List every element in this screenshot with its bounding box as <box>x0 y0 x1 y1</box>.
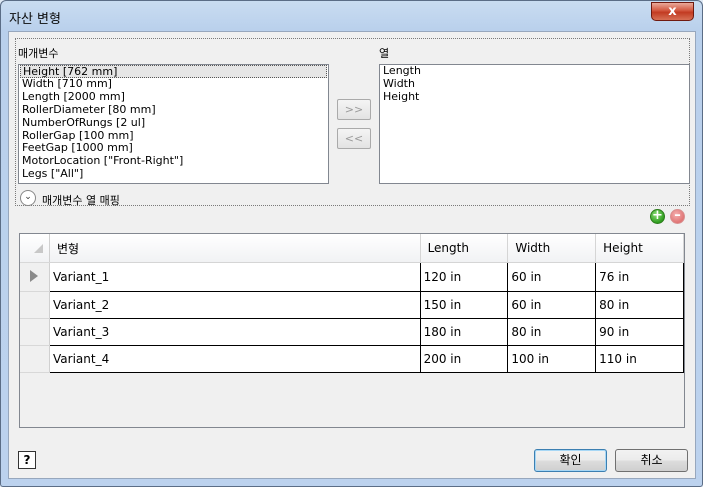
dialog-window: 자산 변형 x 매개변수 열 Height [762 mm] Width [710… <box>0 0 703 487</box>
list-item[interactable]: Height <box>380 90 689 104</box>
cell-variant[interactable]: Variant_2 <box>49 291 421 319</box>
header-variant[interactable]: 변형 <box>49 234 421 263</box>
table-row[interactable]: Variant_2 150 in 60 in 80 in <box>20 291 684 319</box>
header-width[interactable]: Width <box>507 234 597 263</box>
row-header[interactable] <box>20 345 50 373</box>
cell-height[interactable]: 80 in <box>595 291 684 319</box>
grid-header-row: 변형 Length Width Height <box>20 234 684 263</box>
close-button[interactable]: x <box>651 2 694 21</box>
ok-button[interactable]: 확인 <box>534 449 607 472</box>
parameter-group: 매개변수 열 Height [762 mm] Width [710 mm] Leng… <box>15 38 690 208</box>
table-row[interactable]: Variant_4 200 in 100 in 110 in <box>20 345 684 373</box>
window-title: 자산 변형 <box>9 12 61 27</box>
columns-label: 열 <box>379 47 390 60</box>
row-header[interactable] <box>20 262 50 292</box>
cell-variant[interactable]: Variant_1 <box>49 262 421 292</box>
cell-length[interactable]: 120 in <box>419 262 509 292</box>
list-item[interactable]: Length <box>380 65 689 78</box>
cell-width[interactable]: 100 in <box>507 345 597 373</box>
table-row[interactable]: Variant_1 120 in 60 in 76 in <box>20 262 684 292</box>
cell-height[interactable]: 76 in <box>595 262 684 292</box>
list-item[interactable]: Legs ["All"] <box>19 167 328 181</box>
remove-column-button[interactable]: << <box>337 128 371 149</box>
mapping-toggle-label[interactable]: 매개변수 열 매핑 <box>42 192 120 208</box>
columns-list[interactable]: Length Width Height <box>379 64 690 184</box>
list-item[interactable]: Width [710 mm] <box>19 77 328 91</box>
list-item[interactable]: Width <box>380 77 689 91</box>
variants-grid: 변형 Length Width Height Variant_1 120 in … <box>19 233 685 428</box>
table-row[interactable]: Variant_3 180 in 80 in 90 in <box>20 318 684 346</box>
cell-variant[interactable]: Variant_4 <box>49 345 421 373</box>
chevron-down-icon[interactable]: ⌄ <box>20 190 36 206</box>
list-item[interactable]: Length [2000 mm] <box>19 90 328 104</box>
cancel-button[interactable]: 취소 <box>615 449 688 472</box>
cell-length[interactable]: 200 in <box>419 345 509 373</box>
add-column-button[interactable]: >> <box>337 99 371 120</box>
cell-length[interactable]: 180 in <box>419 318 509 346</box>
list-item[interactable]: RollerDiameter [80 mm] <box>19 103 328 117</box>
parameters-list[interactable]: Height [762 mm] Width [710 mm] Length [200… <box>18 64 329 184</box>
parameters-label: 매개변수 <box>18 47 59 60</box>
list-item[interactable]: NumberOfRungs [2 ul] <box>19 116 328 130</box>
cell-height[interactable]: 110 in <box>595 345 684 373</box>
row-header[interactable] <box>20 291 50 319</box>
cell-height[interactable]: 90 in <box>595 318 684 346</box>
header-length[interactable]: Length <box>420 234 509 263</box>
cell-width[interactable]: 60 in <box>507 262 597 292</box>
add-row-icon[interactable]: + <box>650 209 665 224</box>
parameters-scrollbar[interactable] <box>327 65 328 66</box>
title-bar[interactable]: 자산 변형 x <box>1 1 702 31</box>
row-header[interactable] <box>20 318 50 346</box>
cell-variant[interactable]: Variant_3 <box>49 318 421 346</box>
cell-length[interactable]: 150 in <box>419 291 509 319</box>
help-button[interactable]: ? <box>18 451 36 469</box>
current-row-arrow-icon <box>30 270 38 282</box>
header-height[interactable]: Height <box>595 234 684 263</box>
remove-row-icon[interactable]: – <box>670 209 685 224</box>
cell-width[interactable]: 60 in <box>507 291 597 319</box>
cell-width[interactable]: 80 in <box>507 318 597 346</box>
dialog-content: 매개변수 열 Height [762 mm] Width [710 mm] Leng… <box>8 31 696 479</box>
corner-triangle-icon <box>34 244 43 253</box>
grid-corner <box>20 234 50 263</box>
